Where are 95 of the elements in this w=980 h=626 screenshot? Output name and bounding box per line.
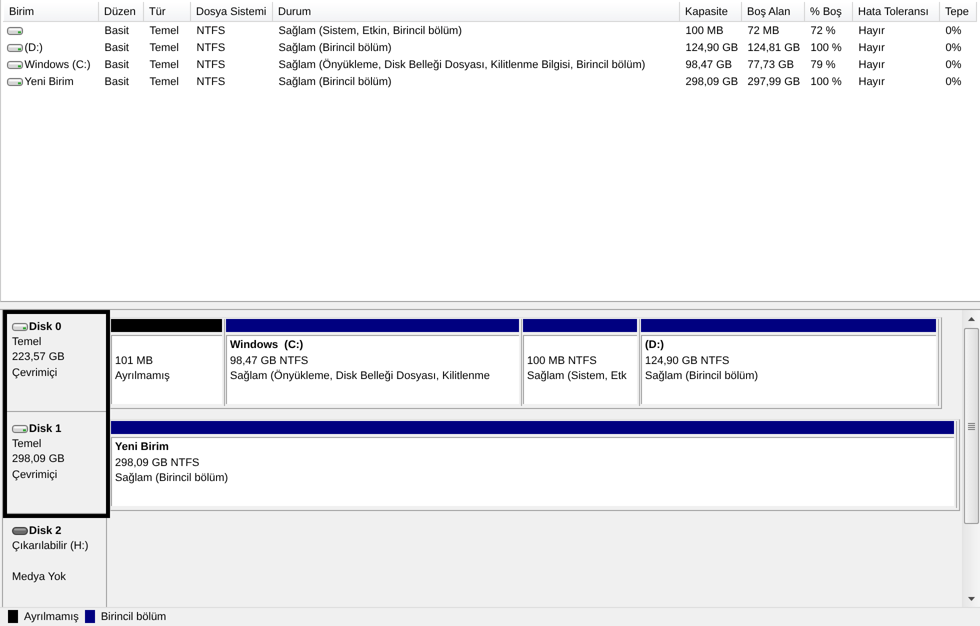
drive-icon: [6, 60, 22, 68]
partition-size: 98,47 GB NTFS: [230, 354, 310, 368]
partition-size: 298,09 GB NTFS: [115, 456, 200, 470]
column-header[interactable]: Birim: [4, 2, 98, 22]
column-header[interactable]: Durum: [272, 2, 680, 22]
partition-status: Sağlam (Sistem, Etk: [527, 369, 628, 384]
disk-info-panel[interactable]: Disk 2 Çıkarılabilir (H:) Medya Yok: [2, 514, 107, 607]
table-cell-text: Temel: [148, 74, 180, 90]
table-cell-text: 0%: [944, 58, 962, 72]
partition-status: Sağlam (Birincil bölüm): [115, 471, 230, 486]
table-cell: 0%: [940, 22, 976, 39]
scrollbar[interactable]: [962, 310, 980, 607]
table-cell-text: 100 %: [810, 74, 843, 90]
disk-size: 223,57 GB: [12, 350, 66, 365]
table-cell-text: Sağlam (Birincil bölüm): [278, 74, 393, 90]
table-cell-text: Sağlam (Birincil bölüm): [278, 40, 393, 56]
table-cell: Basit: [98, 22, 144, 39]
drive-icon: [6, 44, 22, 52]
legend-label: Birincil bölüm: [100, 610, 166, 622]
table-cell-text: Basit: [104, 74, 130, 90]
table-cell-text: Basit: [104, 40, 130, 56]
partition-status: Sağlam (Önyükleme, Disk Belleği Dosyası, Kilitlenme: [230, 369, 491, 384]
disk-name: Disk 0: [29, 320, 62, 333]
partition-label: Yeni Birim: [115, 440, 170, 455]
table-cell-text: Basit: [104, 58, 130, 72]
drive-icon: [6, 78, 22, 86]
partition[interactable]: 101 MB Ayrılmamış: [111, 319, 225, 406]
table-cell-text: 298,09 GB: [684, 74, 740, 90]
table-cell-text: 0%: [944, 40, 962, 56]
partition-size: 124,90 GB NTFS: [645, 354, 730, 368]
column-header[interactable]: % Boş: [804, 2, 852, 22]
table-cell-text: 98,47 GB: [684, 58, 733, 72]
table-cell-text: 79 %: [810, 58, 837, 72]
column-header[interactable]: Tür: [144, 2, 190, 22]
partition-size: 101 MB: [115, 354, 154, 368]
table-cell: 72 %: [804, 22, 852, 39]
table-cell: Hayır: [852, 22, 940, 39]
volume-name: Windows (C:): [24, 58, 91, 70]
disk-status: Çevrimiçi: [12, 468, 58, 482]
disk-type: Çıkarılabilir (H:): [12, 538, 90, 554]
table-cell-text: Hayır: [858, 58, 886, 72]
drive-icon: [6, 26, 22, 34]
volume-name: (D:): [24, 42, 43, 54]
disk-type: Temel: [12, 334, 42, 350]
column-header[interactable]: Kapasite: [680, 2, 742, 22]
table-cell-text: Temel: [148, 58, 180, 72]
column-header[interactable]: Tepe: [940, 2, 976, 22]
scrollbar-thumb[interactable]: [964, 328, 979, 524]
disk-status: Çevrimiçi: [12, 366, 58, 380]
column-header[interactable]: Düzen: [98, 2, 144, 22]
disk-name: Disk 1: [29, 422, 62, 435]
partition[interactable]: Yeni Birim 298,09 GB NTFS Sağlam (Birincil bölüm): [111, 421, 957, 508]
caret-up-icon: [968, 316, 975, 320]
table-cell-text: Hayır: [858, 74, 886, 90]
drive-icon: [12, 322, 28, 331]
table-cell-text: NTFS: [196, 58, 226, 72]
drive-icon: [12, 526, 28, 535]
partition-size: 100 MB NTFS: [527, 354, 598, 368]
drive-icon: [12, 424, 28, 433]
table-cell-text: Hayır: [858, 40, 886, 56]
table-cell-text: Sağlam (Önyükleme, Disk Belleği Dosyası, Kilitlenme Bilgisi, Birincil bölüm): [278, 58, 646, 72]
table-cell-text: 124,90 GB: [684, 40, 740, 56]
table-cell-text: 77,73 GB: [746, 58, 795, 72]
table-cell: 100 MB: [680, 22, 742, 39]
table-cell: Temel: [144, 22, 190, 39]
column-header[interactable]: Boş Alan: [742, 2, 804, 22]
disk-size: 298,09 GB: [12, 452, 66, 467]
table-cell-text: 124,81 GB: [746, 40, 802, 56]
legend-label: Ayrılmamış: [24, 610, 79, 622]
grip-icon: [968, 422, 975, 430]
partition-label: (D:): [645, 338, 665, 353]
disk-info-panel[interactable]: Disk 0 Temel 223,57 GB Çevrimiçi: [2, 310, 107, 412]
volume-name: Yeni Birim: [24, 76, 74, 88]
partition[interactable]: Windows (C:) 98,47 GB NTFS Sağlam (Önyükleme, Disk Belleği Dosyası, Kilitlenme: [226, 319, 522, 406]
partition-label: Windows (C:): [230, 338, 304, 353]
column-header[interactable]: Dosya Sistemi: [190, 2, 272, 22]
disk-type: Temel: [12, 436, 42, 452]
table-cell: NTFS: [190, 22, 272, 39]
table-cell-text: NTFS: [196, 74, 226, 90]
column-header[interactable]: Hata Toleransı: [852, 2, 940, 22]
table-cell-text: Temel: [148, 40, 180, 56]
disk-info-panel[interactable]: Disk 1 Temel 298,09 GB Çevrimiçi: [2, 412, 107, 514]
table-cell-text: 297,99 GB: [746, 74, 802, 90]
caret-down-icon: [968, 596, 975, 600]
disk-status: Medya Yok: [12, 570, 67, 584]
disk-name: Disk 2: [29, 524, 62, 537]
partition-status: Ayrılmamış: [115, 369, 171, 384]
table-cell: Sağlam (Sistem, Etkin, Birincil bölüm): [272, 22, 680, 39]
table-cell: 72 MB: [742, 22, 804, 39]
table-cell-text: NTFS: [196, 40, 226, 56]
partition-status: Sağlam (Birincil bölüm): [645, 369, 760, 384]
table-cell-text: 100 %: [810, 40, 843, 56]
partition[interactable]: (D:) 124,90 GB NTFS Sağlam (Birincil bölüm): [641, 319, 939, 406]
table-cell-text: 0%: [944, 74, 962, 90]
partition[interactable]: 100 MB NTFS Sağlam (Sistem, Etk: [523, 319, 640, 406]
